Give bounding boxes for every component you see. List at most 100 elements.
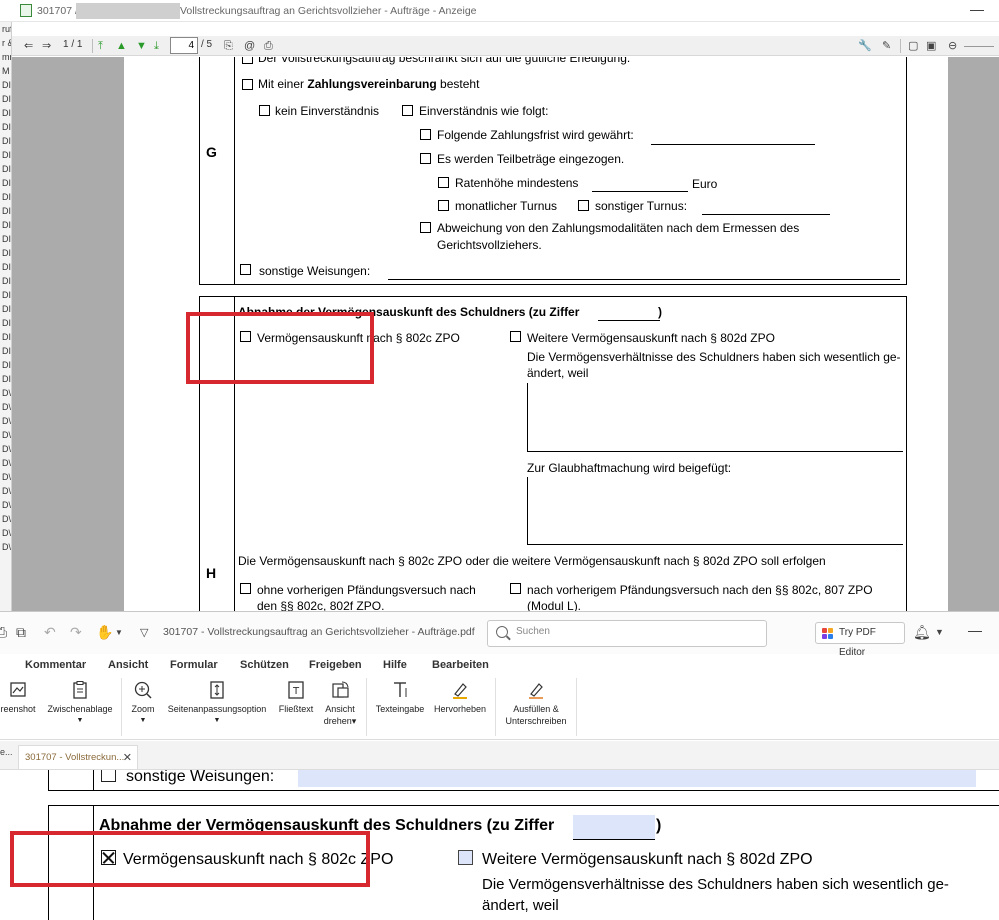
background-list-item: DI	[2, 276, 11, 286]
background-list-item: DI	[2, 178, 11, 188]
page-number-input[interactable]: 4	[170, 37, 198, 54]
screenshot-icon	[8, 680, 28, 700]
label-nach-2: (Modul L).	[527, 599, 582, 611]
menu-formular[interactable]: Formular	[170, 659, 218, 671]
next-page-icon[interactable]: ▼	[136, 38, 147, 54]
checkbox-zahlungsfrist[interactable]	[420, 129, 431, 140]
save-icon[interactable]: ⎙	[0, 624, 7, 641]
zwischenablage-button[interactable]: Zwischenablage ▼	[44, 676, 116, 727]
tab-active-document[interactable]: 301707 - Vollstreckun... ✕	[18, 745, 138, 769]
menu-freigeben[interactable]: Freigeben	[309, 659, 362, 671]
label-ohne-2: den §§ 802c, 802f ZPO.	[257, 599, 385, 611]
menu-kommentar[interactable]: Kommentar	[25, 659, 86, 671]
mail-icon[interactable]: @	[244, 38, 255, 54]
minimize-icon[interactable]: —	[968, 622, 982, 638]
screenshot-button[interactable]: reenshot	[0, 676, 40, 715]
last-page-icon[interactable]: ⤓	[154, 38, 159, 54]
background-list-item: DI	[2, 150, 11, 160]
zoom-button[interactable]: Zoom ▼	[126, 676, 160, 727]
label-ratenhoehe: Ratenhöhe mindestens	[455, 176, 579, 190]
checkbox-nach-pfaendungsversuch[interactable]	[510, 583, 521, 594]
close-tab-icon[interactable]: ✕	[123, 751, 132, 764]
menu-ansicht[interactable]: Ansicht	[108, 659, 148, 671]
background-list-item: DI	[2, 290, 11, 300]
hervorheben-button[interactable]: Hervorheben	[430, 676, 490, 715]
old-viewer-toolbar: ⇐ ⇒ 1 / 1 ⤒ ▲ ▼ ⤓ 4 / 5 ⎘ @ ⎙ 🔧 ✎ ▢ ▣ ⊖	[12, 36, 999, 56]
redo-icon[interactable]: ↷	[70, 624, 82, 641]
reflow-text-icon: T	[286, 680, 306, 700]
background-list-item: D\	[2, 430, 11, 440]
background-list-item: D\	[2, 416, 11, 426]
undo-icon[interactable]: ↶	[44, 624, 56, 641]
print-icon[interactable]: ⎙	[264, 38, 273, 54]
bell-chevron-icon[interactable]: ▼	[935, 627, 944, 637]
label-sonstige-weisungen-large: sonstige Weisungen:	[126, 770, 275, 785]
background-list-item: DI	[2, 94, 11, 104]
ziffer-field[interactable]	[573, 815, 655, 839]
settings-wrench-icon[interactable]: 🔧	[858, 38, 872, 54]
label-sonstiger-turnus: sonstiger Turnus:	[595, 199, 688, 213]
search-input[interactable]	[516, 626, 756, 637]
label-einverstaendnis: Einverständnis wie folgt:	[419, 104, 549, 118]
dropdown-chevron-icon[interactable]: ▽	[140, 626, 148, 639]
try-pdf-editor-button[interactable]: Try PDF Editor	[815, 622, 905, 658]
old-viewer-canvas[interactable]: G Der Vollstreckungsauftrag beschränkt s…	[12, 57, 999, 611]
checkbox-abweichung[interactable]	[420, 222, 431, 233]
hand-tool-icon[interactable]: ✋	[96, 624, 113, 641]
background-list-item: DI	[2, 108, 11, 118]
minimize-icon[interactable]: —	[970, 1, 984, 17]
fliesstext-button[interactable]: T Fließtext	[274, 676, 318, 715]
checkbox-ohne-pfaendungsversuch[interactable]	[240, 583, 251, 594]
old-viewer-title-bar: 301707 / Vollstreckungsauftrag an Gerich…	[0, 0, 999, 22]
single-page-icon[interactable]: ▢	[908, 38, 918, 54]
seitenanpassung-button[interactable]: Seitenanpassungsoption ▼	[162, 676, 272, 727]
label-abweichung-1: Abweichung von den Zahlungsmodalitäten n…	[437, 221, 800, 235]
checkbox-sonstige-weisungen-filled[interactable]	[101, 770, 116, 782]
checkbox-sonstiger-turnus[interactable]	[578, 200, 589, 211]
search-box[interactable]	[487, 620, 767, 647]
chevron-down-icon[interactable]: ▼	[115, 628, 123, 637]
checkbox-einverstaendnis[interactable]	[402, 105, 413, 116]
highlighter-icon	[450, 680, 470, 700]
menu-hilfe[interactable]: Hilfe	[383, 659, 407, 671]
checkbox-sonstige-weisungen[interactable]	[240, 264, 251, 275]
label-zahlungsvereinbarung: Mit einer Zahlungsvereinbarung besteht	[258, 77, 480, 91]
app-icon	[20, 4, 32, 17]
sonstige-weisungen-field[interactable]	[298, 770, 976, 787]
background-list-item: DI	[2, 234, 11, 244]
first-page-icon[interactable]: ⤒	[98, 38, 103, 54]
prev-doc-icon[interactable]: ⇐	[24, 38, 33, 54]
background-list-item: DI	[2, 248, 11, 258]
background-list-item: D\	[2, 402, 11, 412]
menu-bearbeiten[interactable]: Bearbeiten	[432, 659, 489, 671]
new-viewer-title-bar: ⎙ ⧉ ↶ ↷ ✋ ▼ ▽ 301707 - Vollstreckungsauf…	[0, 612, 999, 658]
fit-page-icon[interactable]: ▣	[926, 38, 936, 54]
checkbox-weitere-vermoegensauskunft-802d[interactable]	[510, 331, 521, 342]
zoom-out-icon[interactable]: ⊖	[948, 38, 957, 54]
ausfuellen-unterschreiben-button[interactable]: Ausfüllen & Unterschreiben	[500, 676, 572, 727]
text-input-icon	[390, 680, 410, 700]
checkbox-zahlungsvereinbarung[interactable]	[242, 79, 253, 90]
tab-previous[interactable]: e...	[0, 747, 13, 769]
background-list-item: r &	[2, 38, 11, 48]
annotate-icon[interactable]: ✎	[882, 38, 891, 54]
checkbox-monatlicher-turnus[interactable]	[438, 200, 449, 211]
bell-icon[interactable]: 🔔︎	[913, 624, 931, 641]
checkbox-guetliche[interactable]	[242, 57, 253, 64]
checkbox-kein-einverstaendnis[interactable]	[259, 105, 270, 116]
copy-icon[interactable]: ⧉	[16, 624, 26, 641]
checkbox-teilbetraege[interactable]	[420, 153, 431, 164]
label-ohne-1: ohne vorherigen Pfändungsversuch nach	[257, 583, 476, 597]
checkbox-ratenhoehe[interactable]	[438, 177, 449, 188]
checkbox-weitere-802d-unchecked[interactable]	[458, 850, 473, 865]
fill-sign-icon	[526, 680, 546, 700]
texteingabe-button[interactable]: Texteingabe	[371, 676, 429, 715]
export-icon[interactable]: ⎘	[224, 38, 233, 54]
ansicht-drehen-button[interactable]: Ansicht drehen▾	[318, 676, 362, 727]
next-doc-icon[interactable]: ⇒	[42, 38, 51, 54]
red-highlight-box-lower	[10, 831, 370, 887]
menu-schuetzen[interactable]: Schützen	[240, 659, 289, 671]
prev-page-icon[interactable]: ▲	[116, 38, 127, 54]
background-list-item: D\	[2, 458, 11, 468]
search-icon	[496, 626, 508, 638]
